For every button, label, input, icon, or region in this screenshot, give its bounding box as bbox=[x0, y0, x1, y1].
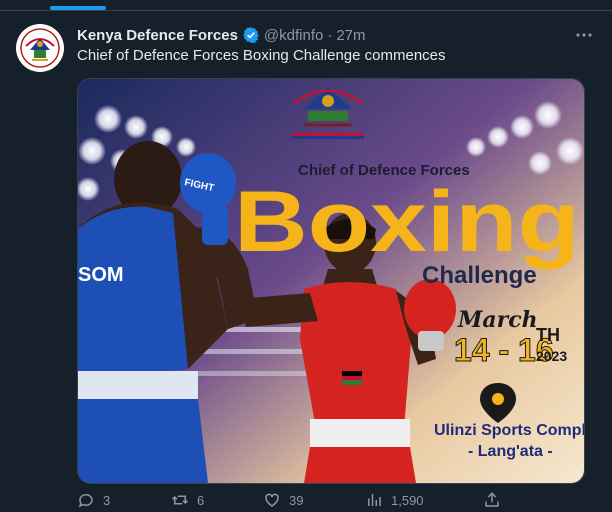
tweet-header: Kenya Defence Forces @kdfinfo · 27m bbox=[77, 25, 366, 45]
reply-button[interactable]: 3 bbox=[77, 491, 110, 509]
ellipsis-icon bbox=[576, 33, 592, 37]
kdf-emblem-icon bbox=[17, 25, 63, 71]
heart-icon bbox=[265, 493, 279, 507]
separator-dot: · bbox=[327, 26, 333, 44]
poster-venue-line2: - Lang'ata - bbox=[468, 443, 553, 460]
tweet-text: Chief of Defence Forces Boxing Challenge… bbox=[77, 47, 446, 64]
tweet-actions-bar: 3 6 39 1,590 bbox=[77, 491, 583, 511]
share-icon bbox=[485, 492, 499, 507]
retweet-icon bbox=[171, 495, 189, 505]
top-tab-bar bbox=[0, 0, 612, 11]
author-name[interactable]: Kenya Defence Forces bbox=[77, 27, 238, 44]
poster-venue-line1: Ulinzi Sports Complex bbox=[434, 422, 584, 439]
poster-title: Boxing bbox=[234, 174, 580, 270]
author-handle[interactable]: @kdfinfo bbox=[264, 27, 323, 44]
views-count: 1,590 bbox=[391, 492, 424, 508]
tweet[interactable]: Kenya Defence Forces @kdfinfo · 27m Chie… bbox=[0, 11, 612, 512]
poster-subtitle: Challenge bbox=[422, 262, 537, 289]
shorts-text: SOM bbox=[78, 264, 124, 286]
timestamp[interactable]: 27m bbox=[336, 27, 365, 44]
views-chart-icon bbox=[368, 494, 381, 506]
poster-month: March bbox=[457, 307, 538, 333]
poster-date-suffix: TH bbox=[536, 325, 560, 345]
retweet-count: 6 bbox=[197, 492, 205, 508]
more-options-button[interactable] bbox=[574, 25, 594, 47]
boxing-poster-image: FIGHT SOM Chief of Defence Forces Boxing… bbox=[78, 79, 584, 483]
reply-icon bbox=[78, 493, 93, 508]
share-button[interactable] bbox=[483, 491, 501, 509]
active-tab-indicator bbox=[50, 6, 106, 10]
retweet-button[interactable]: 6 bbox=[171, 491, 204, 509]
reply-count: 3 bbox=[103, 492, 111, 508]
poster-year: 2023 bbox=[536, 348, 567, 364]
verified-badge-icon bbox=[243, 27, 259, 43]
avatar[interactable] bbox=[16, 24, 64, 72]
like-button[interactable]: 39 bbox=[263, 491, 303, 509]
tweet-image[interactable]: FIGHT SOM Chief of Defence Forces Boxing… bbox=[77, 78, 585, 484]
views-button[interactable]: 1,590 bbox=[365, 491, 424, 509]
like-count: 39 bbox=[289, 492, 304, 508]
